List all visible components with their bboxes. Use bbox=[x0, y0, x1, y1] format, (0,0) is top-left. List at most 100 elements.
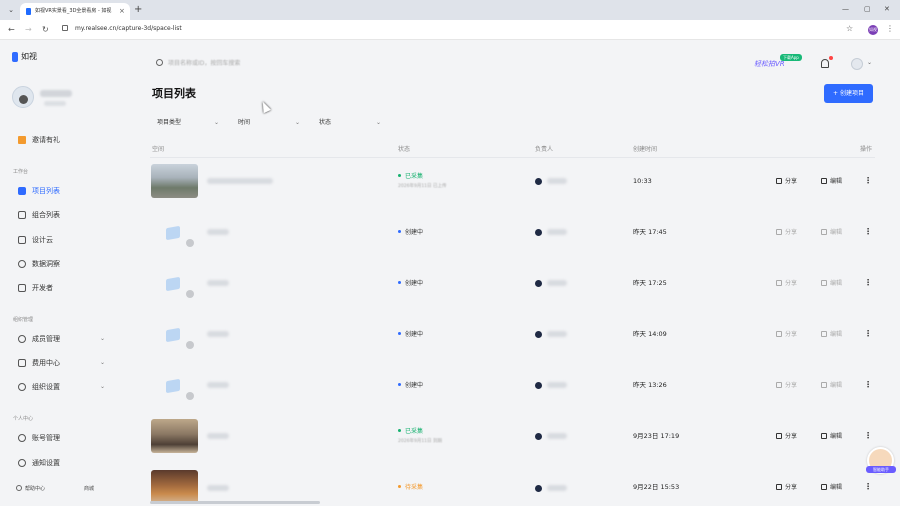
chevron-down-icon: ⌄ bbox=[100, 359, 106, 366]
space-thumbnail[interactable] bbox=[151, 419, 198, 453]
browser-menu-icon[interactable]: ⋮ bbox=[886, 23, 894, 35]
edit-button[interactable]: 编辑 bbox=[821, 279, 842, 288]
share-icon bbox=[776, 484, 782, 490]
space-name-redacted[interactable] bbox=[207, 485, 229, 491]
edit-button[interactable]: 编辑 bbox=[821, 228, 842, 237]
address-bar[interactable]: my.realsee.cn/capture-3d/space-list bbox=[75, 24, 182, 34]
sidebar-item-org-settings[interactable]: 组织设置 ⌄ bbox=[18, 380, 118, 394]
share-icon bbox=[776, 280, 782, 286]
logo-icon bbox=[12, 52, 18, 62]
share-button[interactable]: 分享 bbox=[776, 330, 797, 339]
share-icon bbox=[776, 178, 782, 184]
sidebar-item-insights[interactable]: 数据洞察 bbox=[18, 257, 118, 271]
horizontal-scrollbar[interactable] bbox=[150, 501, 320, 504]
shop-link[interactable]: 商城 bbox=[84, 485, 94, 493]
download-app-badge[interactable]: 下载App bbox=[780, 54, 802, 61]
forward-icon[interactable]: → bbox=[25, 24, 32, 36]
space-placeholder-icon[interactable] bbox=[166, 327, 180, 343]
space-thumbnail[interactable] bbox=[151, 470, 198, 504]
create-project-button[interactable]: + 创建项目 bbox=[824, 84, 873, 103]
space-name-redacted[interactable] bbox=[207, 331, 229, 337]
created-time: 9月22日 15:53 bbox=[633, 483, 680, 491]
edit-button[interactable]: 编辑 bbox=[821, 177, 842, 186]
space-name-redacted[interactable] bbox=[207, 433, 229, 439]
assistant-label[interactable]: 智能助手 bbox=[866, 466, 896, 473]
sidebar-item-notifications[interactable]: 通知设置 bbox=[18, 456, 118, 470]
sidebar-section-org: 组织管理 bbox=[13, 317, 34, 323]
search-icon[interactable] bbox=[156, 59, 163, 66]
page-title: 项目列表 bbox=[152, 87, 196, 100]
users-icon bbox=[18, 335, 26, 343]
list-icon bbox=[18, 187, 26, 195]
sidebar-item-combos[interactable]: 组合列表 bbox=[18, 208, 118, 222]
share-icon bbox=[776, 229, 782, 235]
reload-icon[interactable]: ↻ bbox=[42, 24, 49, 36]
more-options-icon[interactable]: ⋮ bbox=[864, 227, 872, 237]
owner-avatar bbox=[535, 280, 542, 287]
more-options-icon[interactable]: ⋮ bbox=[864, 482, 872, 492]
more-options-icon[interactable]: ⋮ bbox=[864, 380, 872, 390]
sidebar-item-members[interactable]: 成员管理 ⌄ bbox=[18, 332, 118, 346]
edit-button[interactable]: 编辑 bbox=[821, 483, 842, 492]
edit-button[interactable]: 编辑 bbox=[821, 432, 842, 441]
share-button[interactable]: 分享 bbox=[776, 279, 797, 288]
column-header-ops: 操作 bbox=[860, 146, 873, 153]
sidebar-item-billing[interactable]: 费用中心 ⌄ bbox=[18, 356, 118, 370]
filter-type[interactable]: 项目类型 ⌄ bbox=[157, 118, 221, 128]
user-avatar[interactable] bbox=[12, 86, 34, 108]
status-badge: 创建中 bbox=[398, 229, 423, 237]
owner-avatar bbox=[535, 331, 542, 338]
space-placeholder-icon[interactable] bbox=[166, 378, 180, 394]
sidebar-item-developer[interactable]: 开发者 bbox=[18, 281, 118, 295]
space-thumbnail[interactable] bbox=[151, 164, 198, 198]
owner-name-redacted bbox=[547, 229, 567, 235]
chevron-down-icon: ⌄ bbox=[214, 119, 220, 126]
more-options-icon[interactable]: ⋮ bbox=[864, 431, 872, 441]
more-options-icon[interactable]: ⋮ bbox=[864, 176, 872, 186]
site-info-icon[interactable] bbox=[62, 25, 68, 31]
tab-search-icon[interactable]: ⌄ bbox=[6, 5, 16, 15]
maximize-icon[interactable]: ▢ bbox=[864, 3, 871, 15]
logo-text: 如视 bbox=[21, 52, 37, 61]
notification-bell-icon[interactable] bbox=[821, 59, 829, 68]
user-icon bbox=[18, 434, 26, 442]
share-button[interactable]: 分享 bbox=[776, 228, 797, 237]
sidebar-item-design-cloud[interactable]: 设计云 bbox=[18, 233, 118, 247]
chevron-down-icon: ⌄ bbox=[295, 119, 301, 126]
user-name-redacted bbox=[40, 90, 72, 97]
space-name-redacted[interactable] bbox=[207, 280, 229, 286]
search-input[interactable]: 项目名称或ID，按回车搜索 bbox=[168, 59, 278, 68]
edit-icon bbox=[821, 178, 827, 184]
more-options-icon[interactable]: ⋮ bbox=[864, 278, 872, 288]
browser-profile-avatar[interactable]: 如视 bbox=[868, 25, 878, 35]
sidebar-item-invite[interactable]: 邀请有礼 bbox=[18, 133, 118, 147]
space-placeholder-icon[interactable] bbox=[166, 276, 180, 292]
space-name-redacted[interactable] bbox=[207, 229, 229, 235]
filter-time[interactable]: 时间 ⌄ bbox=[238, 118, 302, 128]
filter-status[interactable]: 状态 ⌄ bbox=[319, 118, 383, 128]
minimize-icon[interactable]: — bbox=[842, 3, 849, 15]
tab-close-icon[interactable]: × bbox=[119, 7, 125, 16]
created-time: 昨天 17:25 bbox=[633, 279, 667, 287]
new-tab-icon[interactable]: + bbox=[134, 3, 142, 17]
close-window-icon[interactable]: ✕ bbox=[884, 3, 890, 15]
edit-button[interactable]: 编辑 bbox=[821, 330, 842, 339]
share-button[interactable]: 分享 bbox=[776, 483, 797, 492]
more-options-icon[interactable]: ⋮ bbox=[864, 329, 872, 339]
browser-tab[interactable]: 如视VR实景看_3D全景看房 - 如视 × bbox=[20, 3, 130, 20]
chevron-down-icon[interactable]: ⌄ bbox=[867, 58, 872, 68]
share-button[interactable]: 分享 bbox=[776, 177, 797, 186]
sidebar-item-account[interactable]: 账号管理 bbox=[18, 431, 118, 445]
sidebar-item-projects[interactable]: 项目列表 bbox=[18, 184, 118, 198]
share-button[interactable]: 分享 bbox=[776, 381, 797, 390]
bookmark-star-icon[interactable]: ☆ bbox=[846, 23, 853, 35]
vr-promo-link[interactable]: 轻松拍VR bbox=[754, 60, 785, 69]
space-placeholder-icon[interactable] bbox=[166, 225, 180, 241]
header-avatar[interactable] bbox=[851, 58, 863, 70]
space-name-redacted[interactable] bbox=[207, 382, 229, 388]
help-center-link[interactable]: 帮助中心 bbox=[16, 485, 45, 493]
share-button[interactable]: 分享 bbox=[776, 432, 797, 441]
edit-button[interactable]: 编辑 bbox=[821, 381, 842, 390]
space-name-redacted[interactable] bbox=[207, 178, 273, 184]
back-icon[interactable]: ← bbox=[8, 24, 15, 36]
